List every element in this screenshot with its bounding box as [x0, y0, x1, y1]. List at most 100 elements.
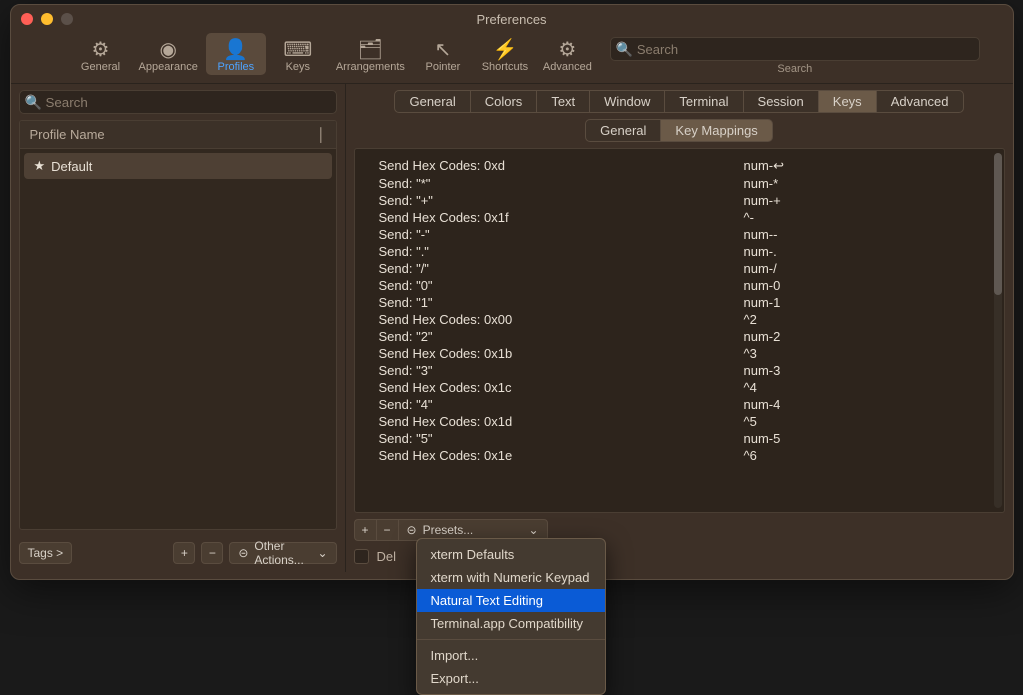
other-actions-label: Other Actions...	[254, 539, 311, 567]
mapping-row[interactable]: Send Hex Codes: 0x00 ^2	[379, 311, 984, 328]
mapping-action: Send: "2"	[379, 329, 433, 344]
toolbar-item-general[interactable]: ⚙ General	[71, 33, 131, 75]
mapping-row[interactable]: Send: "." num-.	[379, 243, 984, 260]
subtab-general[interactable]: General	[585, 119, 661, 142]
toolbar-item-profiles[interactable]: 👤 Profiles	[206, 33, 266, 75]
tab-advanced[interactable]: Advanced	[876, 90, 964, 113]
preset-item[interactable]: Terminal.app Compatibility	[417, 612, 605, 635]
mapping-shortcut: num-5	[744, 431, 984, 446]
mapping-action: Send: "1"	[379, 295, 433, 310]
mapping-shortcut: num-1	[744, 295, 984, 310]
mapping-row[interactable]: Send Hex Codes: 0x1e ^6	[379, 447, 984, 464]
toolbar-label: Shortcuts	[482, 61, 528, 73]
toolbar-search-input[interactable]	[610, 37, 980, 61]
search-icon: 🔍	[616, 41, 633, 58]
toolbar-item-shortcuts[interactable]: ⚡ Shortcuts	[475, 33, 535, 75]
mapping-row[interactable]: Send: "4" num-4	[379, 396, 984, 413]
mapping-shortcut: num--	[744, 227, 984, 242]
sidebar: 🔍 Profile Name │ ★ Default Tags > + −	[11, 84, 346, 572]
mapping-row[interactable]: Send: "1" num-1	[379, 294, 984, 311]
remove-mapping-button[interactable]: −	[376, 519, 398, 541]
toolbar-label: Arrangements	[336, 61, 405, 73]
mapping-row[interactable]: Send: "0" num-0	[379, 277, 984, 294]
profile-name-column: Profile Name	[30, 127, 105, 142]
tab-terminal[interactable]: Terminal	[664, 90, 743, 113]
toolbar-search: 🔍 Search	[610, 37, 980, 75]
sidebar-bottom: Tags > + − ⊝ Other Actions... ⌄	[19, 542, 337, 564]
mapping-action: Send: "*"	[379, 176, 431, 191]
add-mapping-button[interactable]: +	[354, 519, 376, 541]
presets-popup: xterm Defaultsxterm with Numeric KeypadN…	[416, 538, 606, 695]
mapping-row[interactable]: Send: "5" num-5	[379, 430, 984, 447]
toolbar-label: Advanced	[543, 61, 592, 73]
mapping-action: Send: "-"	[379, 227, 430, 242]
tab-session[interactable]: Session	[743, 90, 819, 113]
mapping-row[interactable]: Send Hex Codes: 0x1d ^5	[379, 413, 984, 430]
mapping-shortcut: num-3	[744, 363, 984, 378]
tags-button[interactable]: Tags >	[19, 542, 73, 564]
preset-item[interactable]: xterm Defaults	[417, 543, 605, 566]
preset-item[interactable]: Export...	[417, 667, 605, 690]
subtab-key-mappings[interactable]: Key Mappings	[660, 119, 772, 142]
preset-item[interactable]: Natural Text Editing	[417, 589, 605, 612]
mapping-row[interactable]: Send Hex Codes: 0x1b ^3	[379, 345, 984, 362]
mapping-shortcut: num-.	[744, 244, 984, 259]
mapping-action: Send Hex Codes: 0x00	[379, 312, 513, 327]
mapping-action: Send: "+"	[379, 193, 433, 208]
scrollbar-thumb[interactable]	[994, 153, 1002, 295]
pointer-icon: ↖	[435, 37, 452, 61]
remove-profile-button[interactable]: −	[201, 542, 223, 564]
toolbar-label: Keys	[286, 61, 310, 73]
star-icon: ★	[34, 158, 46, 174]
toolbar-item-keys[interactable]: ⌨ Keys	[268, 33, 328, 75]
preset-item[interactable]: xterm with Numeric Keypad	[417, 566, 605, 589]
column-divider: │	[317, 127, 325, 142]
tab-colors[interactable]: Colors	[470, 90, 538, 113]
toolbar-label: Appearance	[139, 61, 198, 73]
other-actions-dropdown[interactable]: ⊝ Other Actions... ⌄	[229, 542, 336, 564]
keys-icon: ⌨	[283, 37, 312, 61]
mapping-row[interactable]: Send: "+" num-+	[379, 192, 984, 209]
profile-top-tabs: GeneralColorsTextWindowTerminalSessionKe…	[354, 90, 1005, 113]
mapping-shortcut: num-0	[744, 278, 984, 293]
mapping-row[interactable]: Send Hex Codes: 0x1f ^-	[379, 209, 984, 226]
mapping-row[interactable]: Send: "*" num-*	[379, 175, 984, 192]
mapping-shortcut: num-2	[744, 329, 984, 344]
tab-general[interactable]: General	[394, 90, 470, 113]
tab-text[interactable]: Text	[536, 90, 590, 113]
profiles-icon: 👤	[223, 37, 248, 61]
popup-separator	[417, 639, 605, 640]
add-profile-button[interactable]: +	[173, 542, 195, 564]
toolbar-item-appearance[interactable]: ◉ Appearance	[133, 33, 204, 75]
toolbar-item-arrangements[interactable]: 🗂 Arrangements	[330, 33, 411, 75]
profile-row[interactable]: ★ Default	[24, 153, 332, 179]
mapping-shortcut: ^5	[744, 414, 984, 429]
mapping-row[interactable]: Send: "3" num-3	[379, 362, 984, 379]
toolbar-item-pointer[interactable]: ↖ Pointer	[413, 33, 473, 75]
mapping-row[interactable]: Send Hex Codes: 0xd num-↩	[379, 157, 984, 175]
toolbar-label: Profiles	[217, 61, 254, 73]
delete-sends-checkbox[interactable]	[354, 549, 369, 564]
mapping-action: Send: "3"	[379, 363, 433, 378]
profile-list-header[interactable]: Profile Name │	[20, 121, 336, 149]
gear-icon: ⊝	[407, 523, 417, 537]
mapping-action: Send Hex Codes: 0x1f	[379, 210, 509, 225]
mapping-row[interactable]: Send: "2" num-2	[379, 328, 984, 345]
mapping-row[interactable]: Send Hex Codes: 0x1c ^4	[379, 379, 984, 396]
scrollbar-track[interactable]	[994, 153, 1002, 508]
sidebar-search: 🔍	[19, 90, 337, 114]
tab-keys[interactable]: Keys	[818, 90, 877, 113]
mapping-row[interactable]: Send: "/" num-/	[379, 260, 984, 277]
profile-search-input[interactable]	[19, 90, 337, 114]
toolbar-item-advanced[interactable]: ⚙ Advanced	[537, 33, 598, 75]
mapping-shortcut: ^6	[744, 448, 984, 463]
mapping-shortcut: num-*	[744, 176, 984, 191]
mapping-row[interactable]: Send: "-" num--	[379, 226, 984, 243]
mapping-action: Send Hex Codes: 0x1b	[379, 346, 513, 361]
arrangements-icon: 🗂	[358, 37, 383, 61]
mapping-action: Send Hex Codes: 0x1c	[379, 380, 512, 395]
preset-item[interactable]: Import...	[417, 644, 605, 667]
mapping-action: Send Hex Codes: 0xd	[379, 158, 505, 174]
general-icon: ⚙	[92, 37, 110, 61]
tab-window[interactable]: Window	[589, 90, 665, 113]
